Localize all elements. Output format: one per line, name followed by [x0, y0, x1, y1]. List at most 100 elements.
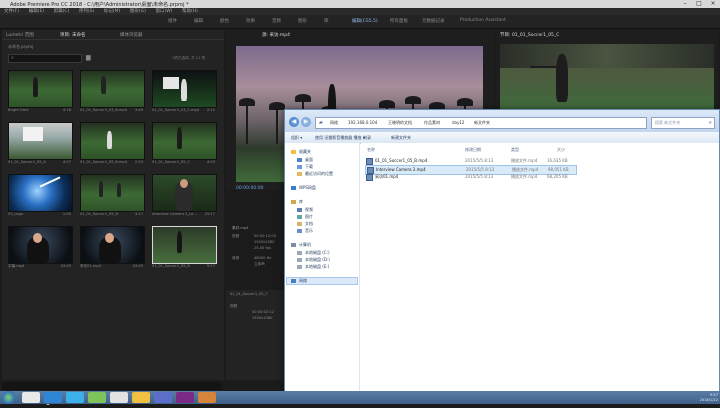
workspace-color[interactable]: 颜色 — [220, 18, 229, 24]
clip-caption: 01_01_Soccer1_05_D 3:17 — [80, 212, 143, 216]
clip-thumbnail[interactable] — [152, 70, 217, 108]
clip-caption: 03_Logo 1:00 — [8, 212, 71, 216]
taskbar-app-icon[interactable] — [66, 392, 84, 403]
workspace-assembly[interactable]: 组件 — [168, 18, 177, 24]
star-icon — [291, 150, 296, 154]
nav-drive-e[interactable]: 本地磁盘 (E:) — [297, 264, 329, 270]
minimize-button[interactable]: – — [678, 0, 692, 8]
workspace-production-assistant[interactable]: Production Assistant — [460, 18, 506, 23]
system-tray-clock[interactable]: 9:57 2018/1/22 — [666, 393, 718, 402]
clip-thumbnail[interactable] — [8, 122, 73, 160]
play-with-button[interactable]: 使用 迅雷影音播放器 播放 ▾ — [315, 135, 365, 141]
source-tab[interactable]: 源: 采访.mp4 — [262, 32, 290, 38]
program-video-frame — [500, 44, 714, 109]
nav-network[interactable]: 网络 — [286, 277, 358, 285]
menu-graphics[interactable]: 图形(G) — [130, 8, 146, 15]
start-button[interactable] — [2, 391, 15, 404]
menu-clip[interactable]: 剪辑(C) — [54, 8, 70, 15]
column-name[interactable]: 名称 — [367, 147, 375, 153]
tab-media-browser[interactable]: 媒体浏览器 — [120, 32, 143, 38]
nav-pictures[interactable]: 图片 — [297, 214, 313, 220]
nav-libraries[interactable]: 库 — [291, 199, 303, 205]
address-bar[interactable]: ▰ 网络 192.168.0.104 王晓明的文档 作品素材 day12 新文件… — [315, 117, 647, 129]
workspace-graphics[interactable]: 图形 — [298, 18, 307, 24]
clip-thumbnail[interactable] — [8, 70, 73, 108]
burn-button[interactable]: 刻录 — [363, 135, 371, 141]
clip-caption: 01_01_Soccer1_05_B 9:17 — [152, 264, 215, 268]
workspace-metadata[interactable]: 元数据记录 — [422, 18, 445, 24]
breadcrumb-item[interactable]: day12 — [452, 120, 464, 125]
taskbar-app-icon[interactable] — [88, 392, 106, 403]
explorer-search-input[interactable]: 搜索 新文件夹 ⌕ — [651, 117, 715, 129]
clip-thumbnail[interactable] — [80, 70, 145, 108]
taskbar-app-icon[interactable] — [110, 392, 128, 403]
workspace-effects[interactable]: 效果 — [246, 18, 255, 24]
clip-thumbnail[interactable] — [80, 226, 145, 264]
file-row[interactable]: 采访01.mp4 2015/5/5 8:13 播放文件.mp4 68,205 K… — [365, 173, 575, 181]
source-timecode[interactable]: 00:00:00:00 — [236, 186, 263, 191]
breadcrumb-item[interactable]: 新文件夹 — [474, 120, 490, 126]
workspace-libraries[interactable]: 库 — [324, 18, 329, 24]
clip-thumbnail[interactable] — [8, 174, 73, 212]
project-search-input[interactable]: ⌕ — [8, 54, 82, 63]
breadcrumb-item[interactable]: 网络 — [330, 120, 338, 126]
breadcrumb-item[interactable]: 王晓明的文档 — [388, 120, 412, 126]
taskbar-app-icon[interactable] — [22, 392, 40, 403]
clip-thumbnail[interactable] — [80, 174, 145, 212]
menu-window[interactable]: 窗口(W) — [155, 8, 172, 15]
close-button[interactable]: × — [706, 0, 720, 8]
clip-thumbnail[interactable] — [80, 122, 145, 160]
tab-lumetri-scopes[interactable]: Lumetri 范围 — [6, 32, 34, 38]
library-icon — [291, 200, 296, 204]
nav-drive-d[interactable]: 本地磁盘 (D:) — [297, 257, 330, 263]
column-type[interactable]: 类型 — [511, 147, 519, 153]
file-row[interactable]: 01_01_Soccer1_05_B.mp4 2015/5/5 8:13 播放文… — [365, 157, 575, 165]
nav-music[interactable]: 音乐 — [297, 228, 313, 234]
nav-computer[interactable]: 计算机 — [291, 242, 311, 248]
clip-thumbnail[interactable] — [152, 122, 217, 160]
info-panel: 01_01_Soccer1_05_C 视频 00:00:02:12 1920x1… — [226, 290, 286, 380]
breadcrumb-item[interactable]: 作品素材 — [424, 120, 440, 126]
nav-videos[interactable]: 视频 — [297, 207, 313, 213]
nav-downloads[interactable]: 下载 — [297, 164, 313, 170]
workspace-editing-cs55[interactable]: 编辑(CS5.5) — [352, 18, 378, 24]
menu-marker[interactable]: 标记(M) — [104, 8, 120, 15]
clip-thumbnail[interactable] — [8, 226, 73, 264]
menu-file[interactable]: 文件(F) — [4, 8, 19, 15]
nav-wps-cloud[interactable]: WPS网盘 — [291, 185, 316, 191]
forward-button[interactable]: ▶ — [301, 117, 311, 127]
taskbar-app-icon[interactable] — [44, 392, 62, 403]
nav-favorites[interactable]: 收藏夹 — [291, 149, 311, 155]
clip-thumbnail-selected[interactable] — [152, 226, 217, 264]
app-title: Adobe Premiere Pro CC 2018 - C:\用户\Admin… — [10, 2, 189, 8]
premiere-taskbar-icon[interactable] — [176, 392, 194, 403]
nav-desktop[interactable]: 桌面 — [297, 157, 313, 163]
organize-button[interactable]: 组织 ▾ — [291, 135, 302, 141]
back-button[interactable]: ◀ — [289, 117, 299, 127]
column-size[interactable]: 大小 — [557, 147, 565, 153]
maximize-button[interactable]: □ — [692, 0, 706, 8]
new-folder-button[interactable]: 新建文件夹 — [391, 135, 411, 141]
program-tab[interactable]: 节目: 01_01_Soccer1_05_C — [500, 32, 559, 38]
download-icon — [297, 165, 302, 169]
taskbar-app-icon[interactable] — [198, 392, 216, 403]
bin-icon[interactable]: ▆ — [86, 54, 91, 61]
column-date[interactable]: 修改日期 — [465, 147, 481, 153]
workspace-audio[interactable]: 音频 — [272, 18, 281, 24]
tab-project[interactable]: 项目: 未命名 — [60, 32, 85, 38]
workspace-editing[interactable]: 编辑 — [194, 18, 203, 24]
nav-drive-c[interactable]: 本地磁盘 (C:) — [297, 250, 330, 256]
taskbar-app-icon[interactable] — [154, 392, 172, 403]
menu-edit[interactable]: 编辑(E) — [29, 8, 44, 15]
clip-thumbnail[interactable] — [152, 174, 217, 212]
menu-sequence[interactable]: 序列(S) — [79, 8, 94, 15]
menu-help[interactable]: 帮助(H) — [182, 8, 198, 15]
clip-caption: 采访01.mp4 43:05 — [80, 264, 143, 268]
nav-recent[interactable]: 最近访问的位置 — [297, 171, 333, 177]
breadcrumb-item[interactable]: 192.168.0.104 — [348, 120, 377, 125]
nav-documents[interactable]: 文档 — [297, 221, 313, 227]
workspace-all-panels[interactable]: 所有面板 — [390, 18, 408, 24]
taskbar-app-icon[interactable] — [132, 392, 150, 403]
desktop-icon — [297, 158, 302, 162]
menu-bar: 文件(F) 编辑(E) 剪辑(C) 序列(S) 标记(M) 图形(G) 窗口(W… — [0, 8, 720, 15]
